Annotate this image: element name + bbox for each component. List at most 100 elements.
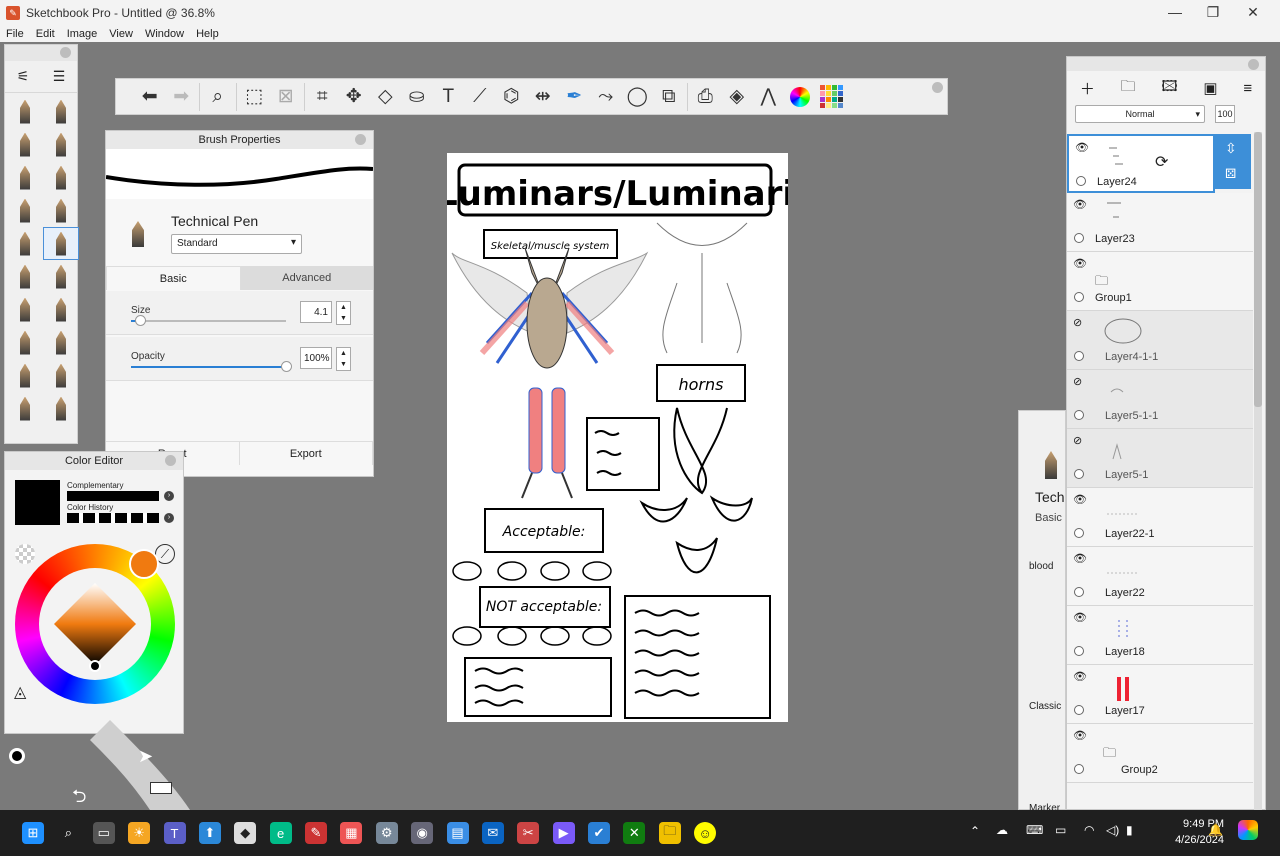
sync-icon[interactable]: ⟳ xyxy=(1155,152,1168,172)
notification-bell-icon[interactable]: 🔔 xyxy=(1208,823,1223,837)
eye-hidden-icon[interactable]: ⊘ xyxy=(1073,375,1082,388)
layer-item[interactable]: 👁 Layer23 xyxy=(1067,193,1253,252)
ellipse-icon[interactable]: ◯ xyxy=(622,82,654,112)
layer-item[interactable]: ⊘ Layer5-1-1 xyxy=(1067,370,1253,429)
group-item[interactable]: 👁 🗀 Group1 xyxy=(1067,252,1253,311)
menu-view[interactable]: View xyxy=(109,28,133,40)
brush-felt[interactable] xyxy=(43,260,79,293)
eye-icon[interactable]: 👁 xyxy=(1075,141,1089,154)
copilot-icon[interactable] xyxy=(1238,820,1258,840)
windows-start-icon[interactable]: ⊞ xyxy=(22,822,44,844)
add-image-icon[interactable]: 🖾 xyxy=(1161,76,1177,101)
close-icon[interactable] xyxy=(1248,59,1259,70)
snapchat-icon[interactable]: ☺ xyxy=(694,822,717,844)
keyboard-icon[interactable]: ⌨ xyxy=(1026,823,1043,837)
layer-properties-icon[interactable]: ⚄ xyxy=(1225,166,1236,182)
layer-radio[interactable] xyxy=(1074,351,1084,361)
menu-window[interactable]: Window xyxy=(145,28,184,40)
teams-icon[interactable]: T xyxy=(163,822,186,844)
close-icon[interactable] xyxy=(932,82,943,93)
symmetry-icon[interactable]: ⇹ xyxy=(527,82,559,112)
drawing-canvas[interactable]: Luminars/Luminari Skeletal/muscle system… xyxy=(436,153,794,722)
onedrive-icon[interactable]: ☁ xyxy=(996,823,1008,837)
swatches-icon[interactable] xyxy=(816,82,848,112)
layer-mask-icon[interactable]: ▣ xyxy=(1203,79,1217,97)
eye-icon[interactable]: 👁 xyxy=(1073,198,1087,211)
brush-technical-pen[interactable] xyxy=(43,227,79,260)
snipping-tool-icon[interactable]: ✂ xyxy=(517,822,540,844)
undo-icon[interactable]: ⬅ xyxy=(134,82,166,112)
layer-radio[interactable] xyxy=(1074,469,1084,479)
display-icon[interactable]: ▭ xyxy=(1055,823,1066,837)
layer-item[interactable]: ⊘ Layer4-1-1 xyxy=(1067,311,1253,370)
settings-icon[interactable]: ⚙ xyxy=(375,822,398,844)
close-button[interactable]: ✕ xyxy=(1238,4,1268,21)
stroke-icon[interactable]: ⤳ xyxy=(590,82,622,112)
screenshot-icon[interactable]: ⎙ xyxy=(690,82,722,112)
store-icon[interactable]: ▦ xyxy=(340,822,363,844)
layer-radio[interactable] xyxy=(1074,646,1084,656)
edge-icon[interactable]: e xyxy=(269,822,292,844)
layer-item[interactable]: 👁 Layer22-1 xyxy=(1067,488,1253,547)
layer-radio[interactable] xyxy=(1074,528,1084,538)
brush-preset-dropdown[interactable]: Standard xyxy=(171,234,302,254)
layer-menu-icon[interactable]: ≡ xyxy=(1243,80,1252,97)
brush-burn[interactable] xyxy=(7,359,43,392)
eye-hidden-icon[interactable]: ⊘ xyxy=(1073,316,1082,329)
size-value[interactable]: 4.1 xyxy=(300,301,332,323)
text-icon[interactable]: T xyxy=(433,82,465,112)
brush-nib[interactable] xyxy=(43,161,79,194)
saturation-value-picker[interactable] xyxy=(53,582,137,666)
maximize-button[interactable]: ❐ xyxy=(1198,4,1228,21)
layer-item[interactable]: 👁 ⟳ Layer24 xyxy=(1067,134,1215,193)
layer-item[interactable]: ⊘ Layer5-1 xyxy=(1067,429,1253,488)
menu-edit[interactable]: Edit xyxy=(36,28,55,40)
layers-icon[interactable]: ◈ xyxy=(721,82,753,112)
eraser-icon[interactable] xyxy=(150,782,172,794)
complementary-bar[interactable] xyxy=(67,491,159,501)
layer-radio[interactable] xyxy=(1074,705,1084,715)
layer-radio[interactable] xyxy=(1074,764,1084,774)
crop-icon[interactable]: ⌗ xyxy=(307,82,339,112)
brush-set-classic[interactable]: Classic xyxy=(1029,701,1061,712)
opacity-slider-knob[interactable] xyxy=(281,361,292,372)
chevron-up-icon[interactable]: ⌃ xyxy=(970,824,980,838)
minimize-button[interactable]: — xyxy=(1160,4,1190,20)
tab-advanced[interactable]: Advanced xyxy=(240,266,373,290)
export-button[interactable]: Export xyxy=(240,442,373,465)
brush-airbrush[interactable] xyxy=(7,194,43,227)
group-item[interactable]: 👁 🗀 Group2 xyxy=(1067,724,1253,783)
opacity-stepper[interactable]: ▲ ▼ xyxy=(336,347,351,371)
layer-radio[interactable] xyxy=(1074,587,1084,597)
chevron-right-icon[interactable]: › xyxy=(164,491,174,501)
brush-stamp[interactable] xyxy=(43,359,79,392)
close-icon[interactable] xyxy=(60,47,71,58)
ruler-icon[interactable]: ⟋ xyxy=(464,82,496,112)
size-slider-knob[interactable] xyxy=(135,315,147,326)
wifi-icon[interactable]: ◠ xyxy=(1084,823,1094,837)
transform-icon[interactable]: ✥ xyxy=(338,82,370,112)
brush-ballpoint[interactable] xyxy=(43,95,79,128)
eye-icon[interactable]: 👁 xyxy=(1073,611,1087,624)
roblox-icon[interactable]: ◆ xyxy=(234,822,257,844)
layer-radio[interactable] xyxy=(1074,410,1084,420)
tab-basic-partial[interactable]: Basic xyxy=(1035,512,1062,524)
scrollbar-thumb[interactable] xyxy=(1254,132,1262,407)
file-share-icon[interactable]: ⬆ xyxy=(198,822,221,844)
eye-icon[interactable]: 👁 xyxy=(1073,493,1087,506)
size-slider-track[interactable] xyxy=(131,320,286,322)
value-picker-knob[interactable] xyxy=(89,660,101,672)
tab-basic[interactable]: Basic xyxy=(106,266,241,290)
clipchamp-icon[interactable]: ▶ xyxy=(552,822,575,844)
opacity-value[interactable]: 100% xyxy=(300,347,332,369)
todo-icon[interactable]: ✔ xyxy=(588,822,610,844)
brush-smudge[interactable] xyxy=(7,293,43,326)
color-wheel-icon[interactable] xyxy=(784,82,816,112)
close-icon[interactable] xyxy=(355,134,366,145)
layer-opacity-input[interactable]: 100 xyxy=(1215,105,1235,123)
move-layer-icon[interactable]: ⇳ xyxy=(1225,140,1237,157)
color-mode-icon[interactable]: ◬ xyxy=(14,682,26,702)
pen-icon[interactable]: ✒ xyxy=(559,82,591,112)
fill-icon[interactable]: ⛀ xyxy=(401,82,433,112)
eye-icon[interactable]: 👁 xyxy=(1073,257,1087,270)
